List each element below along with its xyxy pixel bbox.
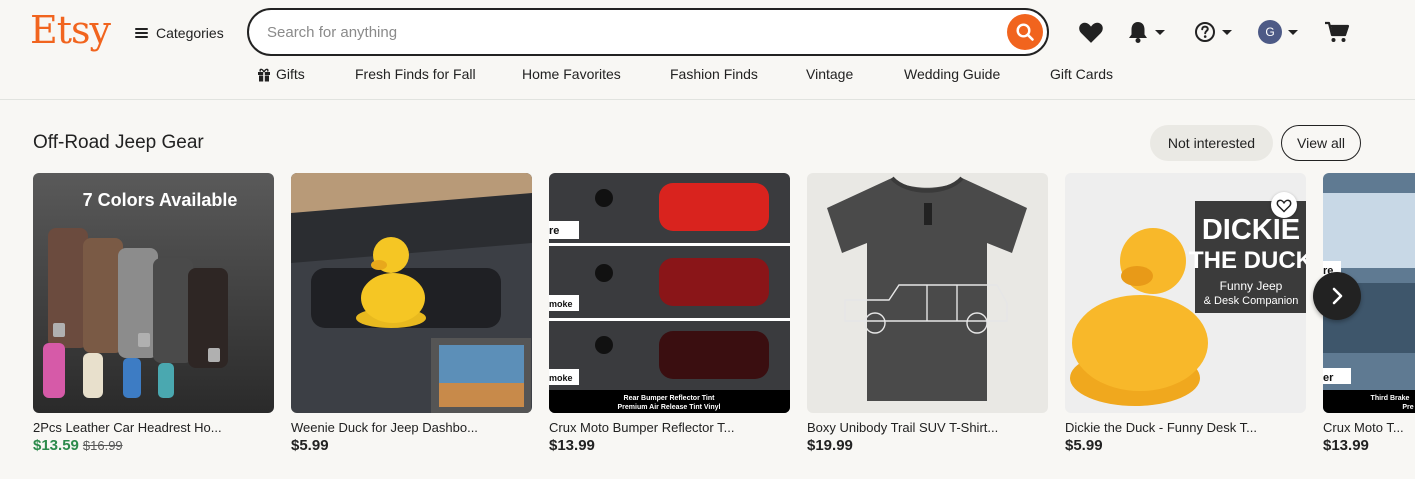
notifications-button[interactable] <box>1127 18 1165 46</box>
product-image[interactable] <box>291 173 532 413</box>
category-nav: Gifts Fresh Finds for Fall Home Favorite… <box>0 66 1415 88</box>
product-image[interactable]: re moke moke Rear Bumper Reflector Tint … <box>549 173 790 413</box>
search-icon <box>1016 23 1034 41</box>
product-card[interactable]: Weenie Duck for Jeep Dashbo... $5.99 <box>291 173 532 454</box>
image-overlay-text: 7 Colors Available <box>83 190 238 210</box>
image-subtext: & Desk Companion <box>1204 295 1299 307</box>
heart-icon <box>1079 22 1103 43</box>
chevron-right-icon <box>1332 287 1343 305</box>
product-price: $13.99 <box>1323 437 1369 454</box>
favorite-button[interactable] <box>1271 192 1297 218</box>
image-label: moke <box>549 299 573 309</box>
heart-icon <box>1276 199 1292 213</box>
image-caption: Pre <box>1402 404 1413 411</box>
product-price: $5.99 <box>1065 437 1103 454</box>
search-bar <box>247 8 1049 56</box>
help-button[interactable] <box>1194 18 1232 46</box>
product-card[interactable]: DICKIE THE DUCK Funny Jeep & Desk Compan… <box>1065 173 1306 454</box>
site-header: Etsy Categories G <box>0 0 1415 100</box>
nav-item-fashion-finds[interactable]: Fashion Finds <box>670 66 758 82</box>
view-all-button[interactable]: View all <box>1281 125 1361 161</box>
nav-item-home-favorites[interactable]: Home Favorites <box>522 66 621 82</box>
chevron-down-icon <box>1155 29 1165 35</box>
product-title[interactable]: Crux Moto T... <box>1323 420 1415 435</box>
product-card[interactable]: 7 Colors Available 2Pcs Leather Car Head… <box>33 173 274 454</box>
gift-icon <box>258 68 270 82</box>
original-price: $16.99 <box>82 438 123 453</box>
help-icon <box>1195 22 1215 42</box>
cart-button[interactable] <box>1324 18 1350 46</box>
nav-item-gifts[interactable]: Gifts <box>257 66 305 82</box>
product-image[interactable]: DICKIE THE DUCK Funny Jeep & Desk Compan… <box>1065 173 1306 413</box>
product-image[interactable] <box>807 173 1048 413</box>
search-input[interactable] <box>267 20 987 44</box>
product-title[interactable]: Dickie the Duck - Funny Desk T... <box>1065 420 1306 435</box>
nav-item-wedding-guide[interactable]: Wedding Guide <box>904 66 1000 82</box>
etsy-logo[interactable]: Etsy <box>30 8 111 52</box>
product-card[interactable]: re moke moke Rear Bumper Reflector Tint … <box>549 173 790 454</box>
favorites-button[interactable] <box>1078 18 1104 46</box>
product-price: $13.99 <box>549 437 595 454</box>
nav-item-vintage[interactable]: Vintage <box>806 66 853 82</box>
product-title[interactable]: Crux Moto Bumper Reflector T... <box>549 420 790 435</box>
categories-button[interactable]: Categories <box>135 22 224 44</box>
image-caption: Third Brake <box>1371 395 1410 402</box>
image-headline: DICKIE <box>1202 214 1300 246</box>
categories-label: Categories <box>156 25 224 41</box>
image-label: re <box>549 225 559 237</box>
cart-icon <box>1325 21 1350 42</box>
section-title: Off-Road Jeep Gear <box>33 132 204 153</box>
product-price: $19.99 <box>807 437 853 454</box>
chevron-down-icon <box>1222 29 1232 35</box>
nav-item-fresh-finds[interactable]: Fresh Finds for Fall <box>355 66 476 82</box>
nav-item-gift-cards[interactable]: Gift Cards <box>1050 66 1113 82</box>
menu-icon <box>135 28 148 38</box>
image-headline: THE DUCK <box>1189 247 1306 274</box>
carousel-next-button[interactable] <box>1313 272 1361 320</box>
account-button[interactable]: G <box>1258 18 1298 46</box>
product-title[interactable]: 2Pcs Leather Car Headrest Ho... <box>33 420 274 435</box>
image-caption: Premium Air Release Tint Vinyl <box>618 404 721 411</box>
chevron-down-icon <box>1288 29 1298 35</box>
image-subtext: Funny Jeep <box>1220 279 1283 293</box>
product-image[interactable]: 7 Colors Available <box>33 173 274 413</box>
image-label: moke <box>549 373 573 383</box>
avatar: G <box>1258 20 1282 44</box>
search-button[interactable] <box>1007 14 1043 50</box>
not-interested-button[interactable]: Not interested <box>1150 125 1273 161</box>
product-price: $5.99 <box>291 437 329 454</box>
image-label: er <box>1323 372 1334 384</box>
product-title[interactable]: Boxy Unibody Trail SUV T-Shirt... <box>807 420 1048 435</box>
product-price: $13.59 <box>33 437 79 454</box>
image-caption: Rear Bumper Reflector Tint <box>624 395 716 402</box>
product-title[interactable]: Weenie Duck for Jeep Dashbo... <box>291 420 532 435</box>
product-card[interactable]: Boxy Unibody Trail SUV T-Shirt... $19.99 <box>807 173 1048 454</box>
bell-icon <box>1129 22 1147 43</box>
